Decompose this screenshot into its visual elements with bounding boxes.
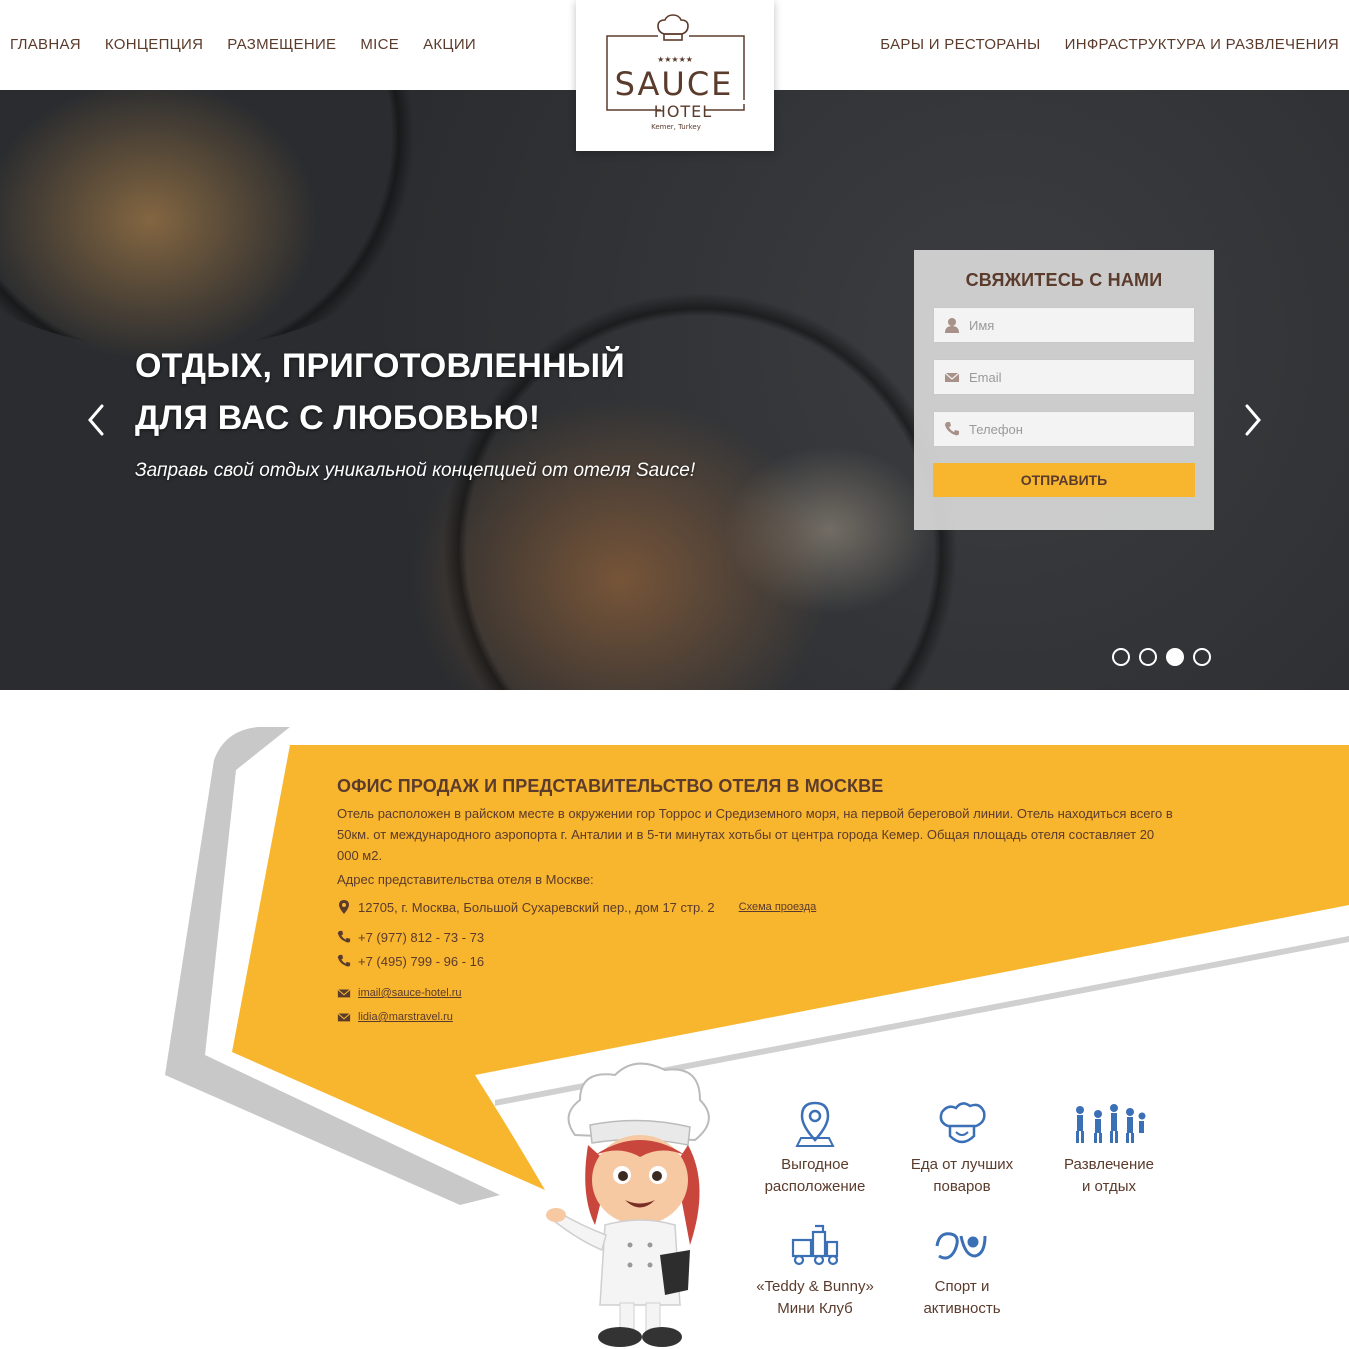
hero-subtitle: Заправь свой отдых уникальной концепцией… xyxy=(135,460,696,481)
chef-illustration xyxy=(546,1062,710,1347)
phone-2-text: +7 (495) 799 - 96 - 16 xyxy=(358,953,485,969)
feature-sport-line2: активность xyxy=(923,1300,1001,1317)
contact-form-title: СВЯЖИТЕСЬ С НАМИ xyxy=(965,270,1163,290)
logo-name: SAUCE xyxy=(615,65,734,103)
feature-entertainment: Развлечение и отдых xyxy=(1034,1100,1184,1198)
hero-title-line2: ДЛЯ ВАС С ЛЮБОВЬЮ! xyxy=(135,399,541,437)
address-text: 12705, г. Москва, Большой Сухаревский пе… xyxy=(358,899,715,915)
slider-dot-2[interactable] xyxy=(1139,648,1157,666)
phone-icon xyxy=(945,422,959,436)
phone-icon xyxy=(337,930,351,943)
name-field-wrapper xyxy=(933,307,1195,343)
name-input[interactable] xyxy=(934,308,1194,342)
main-nav-left: ГЛАВНАЯ КОНЦЕПЦИЯ РАЗМЕЩЕНИЕ MICE АКЦИИ xyxy=(10,36,500,54)
nav-item-offers[interactable]: АКЦИИ xyxy=(423,36,476,54)
slider-dot-3[interactable] xyxy=(1166,648,1184,666)
slider-pagination xyxy=(1112,648,1211,666)
email-2-link[interactable]: lidia@marstravel.ru xyxy=(358,1011,453,1023)
phone-line-2: +7 (495) 799 - 96 - 16 xyxy=(337,953,1177,969)
email-input[interactable] xyxy=(934,360,1194,394)
hero-image-bowl xyxy=(0,90,470,350)
toy-train-icon xyxy=(791,1224,839,1266)
feature-location: Выгодное расположение xyxy=(740,1100,890,1198)
address-label: Адрес представительства отеля в Москве: xyxy=(337,872,594,887)
email-line-1: imail@sauce-hotel.ru xyxy=(337,985,1177,1001)
feature-location-line1: Выгодное xyxy=(781,1156,849,1173)
address-line: 12705, г. Москва, Большой Сухаревский пе… xyxy=(337,899,1177,915)
feature-chefs: Еда от лучших поваров xyxy=(887,1100,1037,1198)
phone-line-1: +7 (977) 812 - 73 - 73 xyxy=(337,929,1177,945)
phone-input[interactable] xyxy=(934,412,1194,446)
phone-1-text: +7 (977) 812 - 73 - 73 xyxy=(358,929,485,945)
slider-dot-1[interactable] xyxy=(1112,648,1130,666)
logo-stars: ★★★★★ xyxy=(657,55,693,64)
slider-prev-button[interactable] xyxy=(82,400,112,440)
chevron-left-icon xyxy=(88,404,104,436)
feature-chefs-line2: поваров xyxy=(933,1178,991,1195)
slider-next-button[interactable] xyxy=(1238,400,1268,440)
nav-item-infrastructure[interactable]: ИНФРАСТРУКТУРА И РАЗВЛЕЧЕНИЯ xyxy=(1065,36,1339,54)
sport-icon xyxy=(935,1232,987,1260)
office-info: ОФИС ПРОДАЖ И ПРЕДСТАВИТЕЛЬСТВО ОТЕЛЯ В … xyxy=(337,776,1177,1025)
phone-icon xyxy=(337,954,351,967)
feature-sport: Спорт и активность xyxy=(887,1222,1037,1320)
logo-location: Kemer, Turkey xyxy=(651,123,701,131)
chevron-right-icon xyxy=(1245,404,1261,436)
envelope-icon xyxy=(337,1013,351,1022)
nav-item-concept[interactable]: КОНЦЕПЦИЯ xyxy=(105,36,203,54)
email-field-wrapper xyxy=(933,359,1195,395)
nav-item-home[interactable]: ГЛАВНАЯ xyxy=(10,36,81,54)
nav-item-bars-restaurants[interactable]: БАРЫ И РЕСТОРАНЫ xyxy=(880,36,1040,54)
envelope-icon xyxy=(337,989,351,998)
people-dancing-icon xyxy=(1076,1104,1146,1143)
hero-slider: ОТДЫХ, ПРИГОТОВЛЕННЫЙ ДЛЯ ВАС С ЛЮБОВЬЮ!… xyxy=(0,90,1349,690)
main-nav-right: БАРЫ И РЕСТОРАНЫ ИНФРАСТРУКТУРА И РАЗВЛЕ… xyxy=(856,36,1339,54)
contact-form: СВЯЖИТЕСЬ С НАМИ ОТПРАВИТЬ xyxy=(914,250,1214,530)
phone-field-wrapper xyxy=(933,411,1195,447)
map-marker-icon xyxy=(339,900,349,914)
hero-title: ОТДЫХ, ПРИГОТОВЛЕННЫЙ ДЛЯ ВАС С ЛЮБОВЬЮ! xyxy=(135,340,625,444)
logo-sub: HOTEL xyxy=(654,102,712,121)
chef-hat-icon xyxy=(939,1102,986,1144)
office-description: Отель расположен в райском месте в окруж… xyxy=(337,806,1173,863)
logo-graphic: ★★★★★ SAUCE HOTEL Kemer, Turkey xyxy=(606,14,745,131)
email-line-2: lidia@marstravel.ru xyxy=(337,1009,1177,1025)
hero-title-line1: ОТДЫХ, ПРИГОТОВЛЕННЫЙ xyxy=(135,347,625,385)
submit-button[interactable]: ОТПРАВИТЬ xyxy=(933,463,1195,497)
nav-item-mice[interactable]: MICE xyxy=(360,36,399,54)
envelope-icon xyxy=(944,372,960,382)
nav-item-accommodation[interactable]: РАЗМЕЩЕНИЕ xyxy=(227,36,336,54)
office-section: ОФИС ПРОДАЖ И ПРЕДСТАВИТЕЛЬСТВО ОТЕЛЯ В … xyxy=(0,690,1349,1349)
feature-kids-club: «Teddy & Bunny» Мини Клуб xyxy=(740,1222,890,1320)
user-icon xyxy=(945,318,959,333)
location-pin-icon xyxy=(795,1101,835,1147)
feature-entertainment-line1: Развлечение xyxy=(1064,1156,1154,1173)
feature-sport-line1: Спорт и xyxy=(934,1278,990,1295)
office-title: ОФИС ПРОДАЖ И ПРЕДСТАВИТЕЛЬСТВО ОТЕЛЯ В … xyxy=(337,776,884,796)
feature-kids-club-line2: Мини Клуб xyxy=(777,1300,853,1317)
slider-dot-4[interactable] xyxy=(1193,648,1211,666)
route-map-link[interactable]: Схема проезда xyxy=(739,901,817,913)
logo-chef-hat-icon xyxy=(657,14,689,41)
feature-chefs-line1: Еда от лучших xyxy=(910,1156,1014,1173)
feature-entertainment-line2: и отдых xyxy=(1082,1178,1136,1195)
email-1-link[interactable]: imail@sauce-hotel.ru xyxy=(358,987,462,999)
feature-kids-club-line1: «Teddy & Bunny» xyxy=(756,1278,874,1295)
hotel-logo[interactable]: ★★★★★ SAUCE HOTEL Kemer, Turkey xyxy=(576,0,774,151)
feature-location-line2: расположение xyxy=(764,1178,866,1195)
